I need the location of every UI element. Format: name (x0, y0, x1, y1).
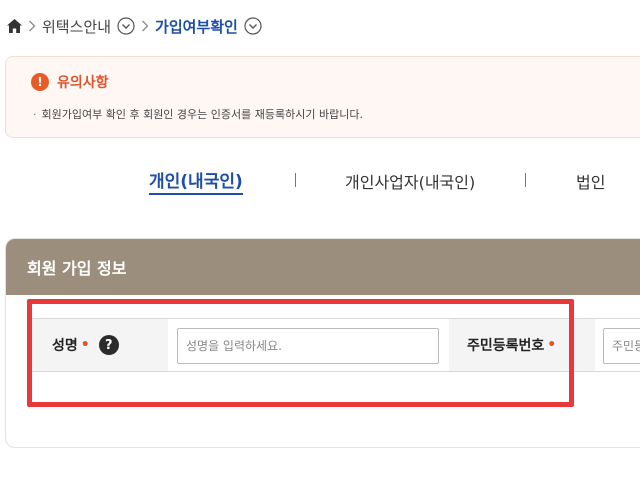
chevron-right-icon (22, 18, 42, 34)
tab-divider (525, 173, 526, 187)
notice-text: 회원가입여부 확인 후 회원인 경우는 인증서를 재등록하시기 바랍니다. (33, 106, 363, 122)
home-icon[interactable] (6, 18, 22, 34)
tab-sole-proprietor-domestic[interactable]: 개인사업자(내국인) (345, 169, 475, 193)
chevron-down-circle-icon[interactable] (244, 17, 262, 35)
breadcrumb-item-membership-check[interactable]: 가입여부확인 (155, 16, 262, 37)
chevron-right-icon (135, 18, 155, 34)
breadcrumb-item-label: 위택스안내 (42, 17, 112, 36)
breadcrumb-item-label: 가입여부확인 (155, 17, 238, 36)
tab-corporation[interactable]: 법인 (576, 169, 605, 193)
breadcrumb: 위택스안내 가입여부확인 (6, 14, 262, 38)
panel-title: 회원 가입 정보 (6, 239, 640, 295)
tab-divider (295, 173, 296, 187)
notice-box: ! 유의사항 회원가입여부 확인 후 회원인 경우는 인증서를 재등록하시기 바… (5, 56, 640, 138)
highlight-box (27, 299, 574, 407)
member-type-tabs: 개인(내국인) 개인사업자(내국인) 법인 (0, 165, 640, 195)
exclamation-icon: ! (31, 73, 49, 91)
resident-number-input[interactable] (603, 328, 640, 364)
chevron-down-circle-icon[interactable] (117, 17, 135, 35)
notice-heading: ! 유의사항 (31, 72, 109, 92)
tab-individual-domestic[interactable]: 개인(내국인) (149, 167, 243, 195)
breadcrumb-item-wetax-guide[interactable]: 위택스안내 (42, 16, 135, 37)
notice-title: 유의사항 (57, 75, 109, 91)
